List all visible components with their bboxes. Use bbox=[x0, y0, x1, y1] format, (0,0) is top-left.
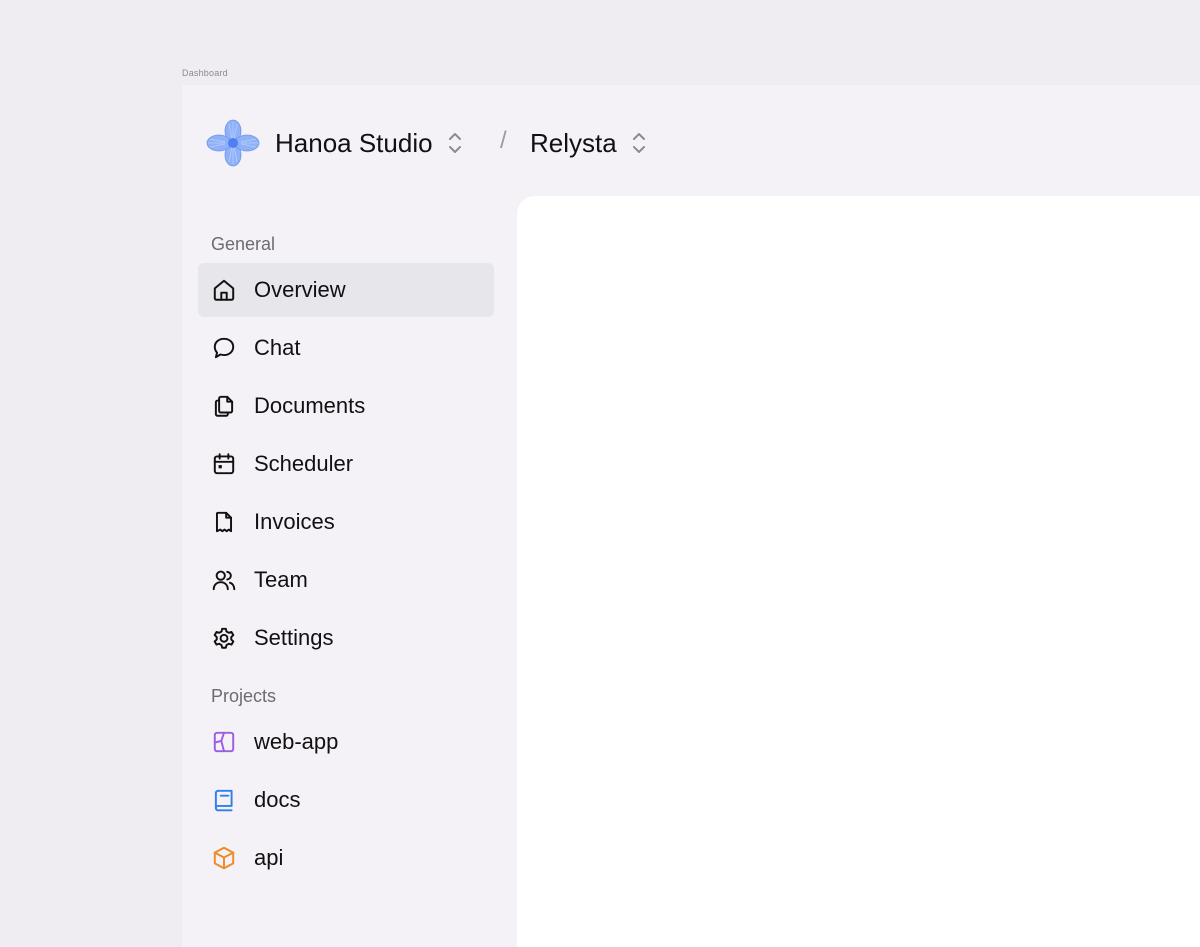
cube-icon bbox=[210, 844, 238, 872]
sidebar-item-api[interactable]: api bbox=[198, 831, 494, 885]
sidebar-item-label: api bbox=[254, 845, 284, 870]
users-icon bbox=[210, 566, 238, 594]
section-label-projects: Projects bbox=[211, 686, 277, 706]
app-window: Hanoa Studio / Relysta General Overview bbox=[182, 85, 1200, 947]
section-label-general: General bbox=[211, 234, 276, 254]
home-icon bbox=[210, 276, 238, 304]
chevron-up-down-icon bbox=[632, 133, 645, 153]
layout-icon bbox=[210, 728, 238, 756]
sidebar-item-chat[interactable]: Chat bbox=[198, 321, 494, 375]
sidebar-item-docs[interactable]: docs bbox=[198, 773, 494, 827]
top-bar: Hanoa Studio / Relysta bbox=[182, 85, 1200, 197]
documents-icon bbox=[210, 392, 238, 420]
sidebar-item-label: Documents bbox=[254, 393, 366, 418]
org-name: Hanoa Studio bbox=[275, 127, 433, 158]
sidebar: General Overview Chat Documents Schedule… bbox=[198, 225, 494, 889]
sidebar-item-label: docs bbox=[254, 787, 301, 812]
sidebar-item-label: Team bbox=[254, 567, 308, 592]
sidebar-item-invoices[interactable]: Invoices bbox=[198, 495, 494, 549]
sidebar-item-settings[interactable]: Settings bbox=[198, 611, 494, 665]
sidebar-item-label: Overview bbox=[254, 277, 346, 302]
sidebar-item-label: Settings bbox=[254, 625, 334, 650]
sidebar-item-documents[interactable]: Documents bbox=[198, 379, 494, 433]
breadcrumb-separator: / bbox=[500, 127, 507, 154]
frame-label: Dashboard bbox=[182, 68, 228, 78]
gear-icon bbox=[210, 624, 238, 652]
sidebar-item-team[interactable]: Team bbox=[198, 553, 494, 607]
org-switcher[interactable]: Hanoa Studio bbox=[275, 123, 463, 163]
project-switcher[interactable]: Relysta bbox=[530, 123, 647, 163]
calendar-icon bbox=[210, 450, 238, 478]
flower-logo-icon bbox=[206, 119, 260, 167]
sidebar-item-label: Chat bbox=[254, 335, 301, 360]
sidebar-item-web-app[interactable]: web-app bbox=[198, 715, 494, 769]
invoice-icon bbox=[210, 508, 238, 536]
sidebar-item-label: Invoices bbox=[254, 509, 335, 534]
project-name: Relysta bbox=[530, 127, 617, 158]
sidebar-item-scheduler[interactable]: Scheduler bbox=[198, 437, 494, 491]
sidebar-item-label: web-app bbox=[254, 729, 339, 754]
sidebar-item-overview[interactable]: Overview bbox=[198, 263, 494, 317]
main-content-panel bbox=[517, 196, 1200, 947]
chevron-up-down-icon bbox=[448, 133, 461, 153]
sidebar-item-label: Scheduler bbox=[254, 451, 354, 476]
book-icon bbox=[210, 786, 238, 814]
chat-bubble-icon bbox=[210, 334, 238, 362]
